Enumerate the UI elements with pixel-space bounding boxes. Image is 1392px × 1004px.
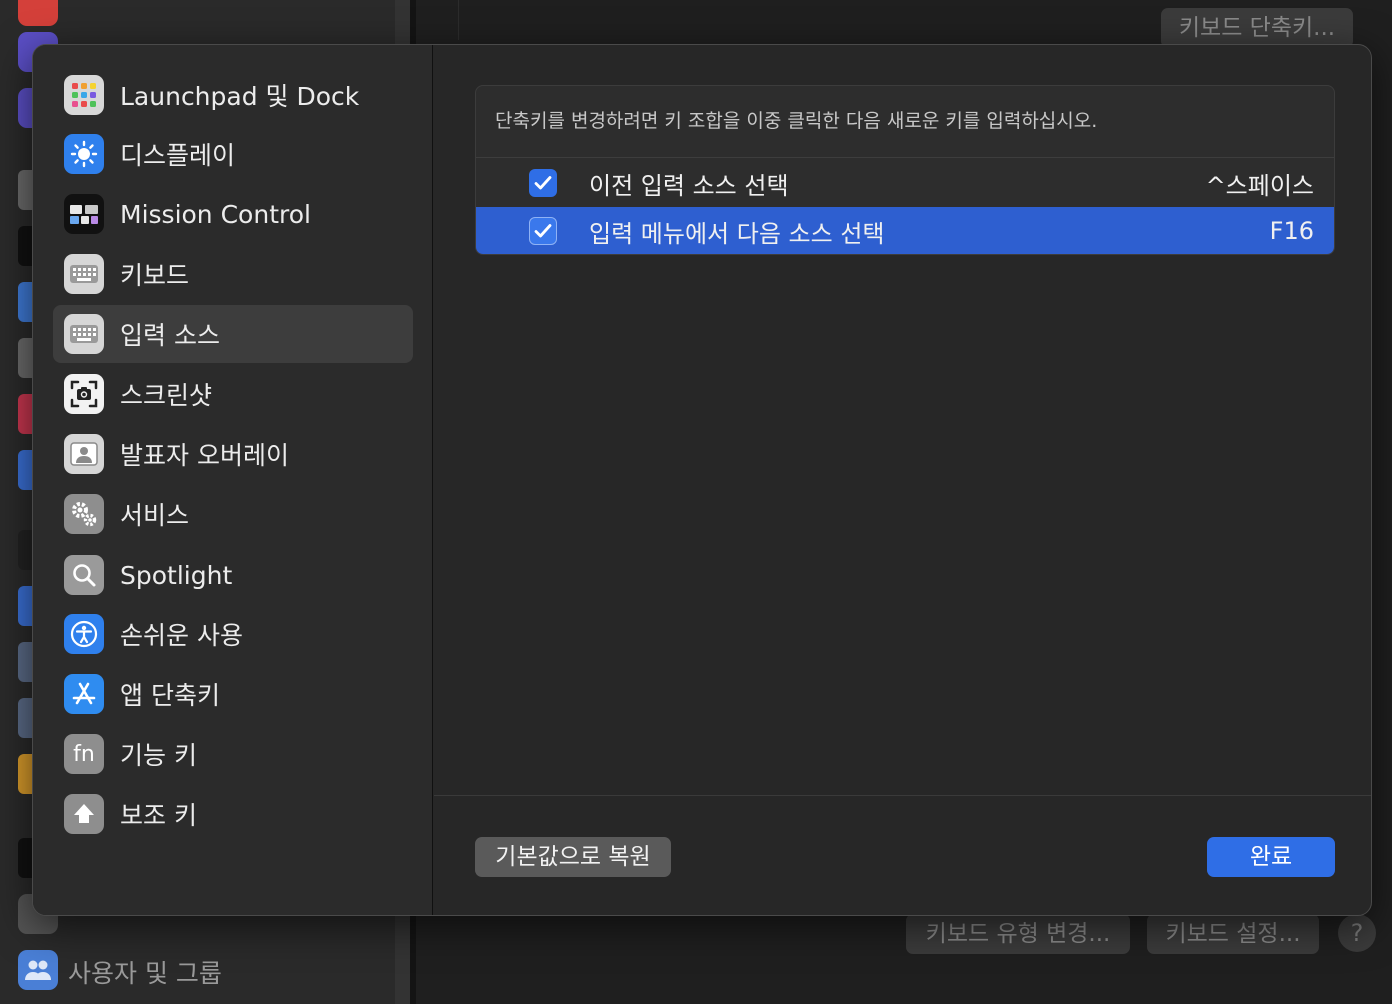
display-icon [64,134,104,174]
sidebar-item-services[interactable]: 서비스 [53,485,413,543]
background-wallpaper-icon [18,642,32,682]
keyboard-icon [64,254,104,294]
footer-divider [434,795,1371,796]
shortcut-key[interactable]: F16 [1270,217,1314,245]
sidebar-item-label: Mission Control [120,199,311,229]
presenter-overlay-icon [64,434,104,474]
sidebar-item-label: 스크린샷 [120,381,213,410]
modifier-keys-icon [64,794,104,834]
shortcut-label: 이전 입력 소스 선택 [589,171,789,200]
mission-control-icon [64,194,104,234]
restore-defaults-button[interactable]: 기본값으로 복원 [475,837,671,877]
background-siri-icon [18,394,32,434]
background-general-icon [18,170,32,210]
sidebar-item-app-shortcuts[interactable]: 앱 단축키 [53,665,413,723]
background-sidebar-item-users[interactable]: 사용자 및 그룹 [68,954,222,990]
sidebar-item-label: 보조 키 [120,801,197,830]
sidebar-item-displays[interactable]: 디스플레이 [53,125,413,183]
keyboard-shortcuts-sheet: Launchpad 및 Dock 디스플레이 Mission Control 키… [32,44,1372,916]
sidebar-item-keyboard[interactable]: 키보드 [53,245,413,303]
instructions-text: 단축키를 변경하려면 키 조합을 이중 클릭한 다음 새로운 키를 입력하십시오… [495,110,1098,132]
sidebar-item-screenshots[interactable]: 스크린샷 [53,365,413,423]
accessibility-icon [64,614,104,654]
background-lockscreen-icon [18,838,32,878]
background-desktop-icon [18,530,32,570]
spotlight-icon [64,555,104,595]
change-keyboard-type-button[interactable]: 키보드 유형 변경... [906,914,1130,954]
sidebar-item-launchpad-dock[interactable]: Launchpad 및 Dock [53,66,413,124]
shortcut-label: 입력 메뉴에서 다음 소스 선택 [589,219,885,248]
panel-divider [476,157,1334,158]
background-control-center-icon [18,338,32,378]
input-sources-icon [64,314,104,354]
background-displays-icon [18,586,32,626]
background-main-line [458,0,459,40]
sidebar-item-label: 서비스 [120,501,190,530]
background-battery-icon [18,754,32,794]
sidebar-item-modifier-keys[interactable]: 보조 키 [53,785,413,843]
fn-icon-text: fn [73,741,95,767]
shortcut-key[interactable]: ^스페이스 [1206,166,1314,201]
sidebar-item-input-sources[interactable]: 입력 소스 [53,305,413,363]
help-button[interactable]: ? [1338,914,1376,952]
sidebar-item-label: 앱 단축키 [120,681,220,710]
sidebar-item-label: Launchpad 및 Dock [120,82,360,111]
launchpad-icon [64,75,104,115]
keyboard-shortcuts-button[interactable]: 키보드 단축키... [1161,8,1353,48]
sidebar-item-label: 손쉬운 사용 [120,621,243,650]
shortcuts-main: 단축키를 변경하려면 키 조합을 이중 클릭한 다음 새로운 키를 입력하십시오… [434,45,1371,915]
shortcut-checkbox[interactable] [529,217,557,245]
shortcuts-panel: 단축키를 변경하려면 키 조합을 이중 클릭한 다음 새로운 키를 입력하십시오… [475,85,1335,255]
sidebar-item-label: 키보드 [120,261,190,290]
done-button[interactable]: 완료 [1207,837,1335,877]
sidebar-item-accessibility[interactable]: 손쉬운 사용 [53,605,413,663]
background-screensaver-icon [18,698,32,738]
sidebar-item-label: 입력 소스 [120,321,220,350]
shortcut-checkbox[interactable] [529,169,557,197]
sidebar-item-spotlight[interactable]: Spotlight [53,546,413,604]
screenshot-icon [64,374,104,414]
sidebar-item-label: Spotlight [120,560,233,590]
sidebar-item-label: 발표자 오버레이 [120,441,289,470]
shortcut-row[interactable]: 이전 입력 소스 선택 ^스페이스 [476,159,1334,207]
sidebar-item-label: 디스플레이 [120,141,236,170]
app-shortcuts-icon [64,674,104,714]
services-icon [64,494,104,534]
shortcut-row-selected[interactable]: 입력 메뉴에서 다음 소스 선택 F16 [476,207,1334,254]
checkmark-icon [534,224,552,238]
shortcuts-sidebar: Launchpad 및 Dock 디스플레이 Mission Control 키… [33,45,433,915]
background-privacy-icon [18,450,32,490]
sidebar-item-function-keys[interactable]: fn 기능 키 [53,725,413,783]
background-sound-icon [18,0,58,26]
sidebar-item-label: 기능 키 [120,741,197,770]
checkmark-icon [534,176,552,190]
sidebar-item-mission-control[interactable]: Mission Control [53,185,413,243]
function-keys-icon: fn [64,734,104,774]
background-accessibility-icon [18,282,32,322]
background-appearance-icon [18,226,32,266]
users-groups-icon [18,950,58,990]
sidebar-item-presenter-overlay[interactable]: 발표자 오버레이 [53,425,413,483]
keyboard-setup-button[interactable]: 키보드 설정... [1147,914,1319,954]
